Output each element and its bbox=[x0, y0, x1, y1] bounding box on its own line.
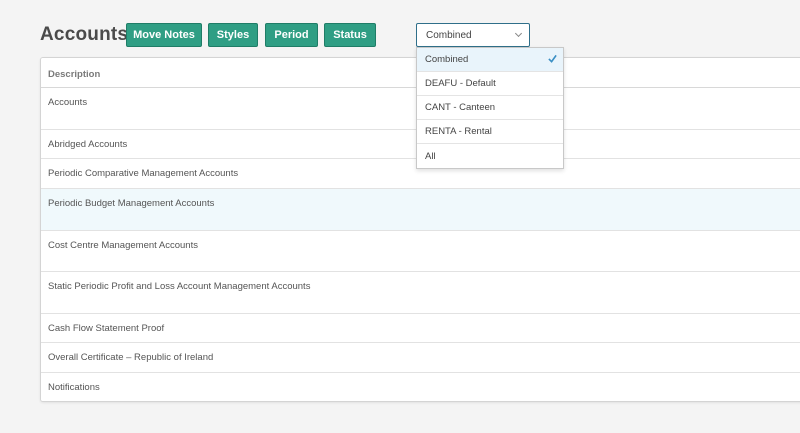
check-icon bbox=[548, 54, 557, 63]
row-label: Cost Centre Management Accounts bbox=[48, 240, 198, 251]
row-label: Abridged Accounts bbox=[48, 139, 128, 150]
chevron-down-icon bbox=[514, 29, 523, 38]
dropdown-option-renta[interactable]: RENTA - Rental bbox=[417, 120, 563, 144]
row-label: Periodic Comparative Management Accounts bbox=[48, 168, 239, 179]
period-button[interactable]: Period bbox=[265, 23, 318, 47]
dropdown-option-deafu[interactable]: DEAFU - Default bbox=[417, 72, 563, 96]
row-label: Overall Certificate – Republic of Irelan… bbox=[48, 352, 214, 363]
row-label: Cash Flow Statement Proof bbox=[48, 323, 165, 334]
table-row[interactable]: Notifications bbox=[41, 373, 800, 401]
row-label: Accounts bbox=[48, 97, 88, 108]
dropdown-option-cant[interactable]: CANT - Canteen bbox=[417, 96, 563, 120]
page-title: Accounts bbox=[40, 24, 129, 45]
table-row[interactable]: Cash Flow Statement Proof bbox=[41, 314, 800, 343]
table-row[interactable]: Periodic Budget Management Accounts bbox=[41, 189, 800, 231]
row-label: Notifications bbox=[48, 382, 100, 393]
row-label: Static Periodic Profit and Loss Account … bbox=[48, 281, 311, 292]
option-label: DEAFU - Default bbox=[425, 78, 496, 89]
dropdown-option-all[interactable]: All bbox=[417, 144, 563, 168]
option-label: RENTA - Rental bbox=[425, 126, 492, 137]
option-label: All bbox=[425, 150, 436, 162]
status-button[interactable]: Status bbox=[324, 23, 376, 47]
description-column-header[interactable]: Description bbox=[48, 69, 100, 80]
dropdown-option-combined[interactable]: Combined bbox=[417, 48, 563, 72]
table-row[interactable]: Overall Certificate – Republic of Irelan… bbox=[41, 343, 800, 373]
table-row[interactable]: Cost Centre Management Accounts bbox=[41, 231, 800, 272]
styles-button[interactable]: Styles bbox=[208, 23, 258, 47]
move-notes-button[interactable]: Move Notes bbox=[126, 23, 202, 47]
option-label: CANT - Canteen bbox=[425, 102, 496, 113]
row-label: Periodic Budget Management Accounts bbox=[48, 198, 215, 209]
ledger-filter-dropdown: Combined DEAFU - Default CANT - Canteen … bbox=[416, 47, 564, 169]
option-label: Combined bbox=[425, 54, 469, 65]
ledger-filter-select[interactable]: Combined bbox=[416, 23, 530, 47]
ledger-filter-value: Combined bbox=[426, 29, 472, 41]
table-row[interactable]: Static Periodic Profit and Loss Account … bbox=[41, 272, 800, 314]
